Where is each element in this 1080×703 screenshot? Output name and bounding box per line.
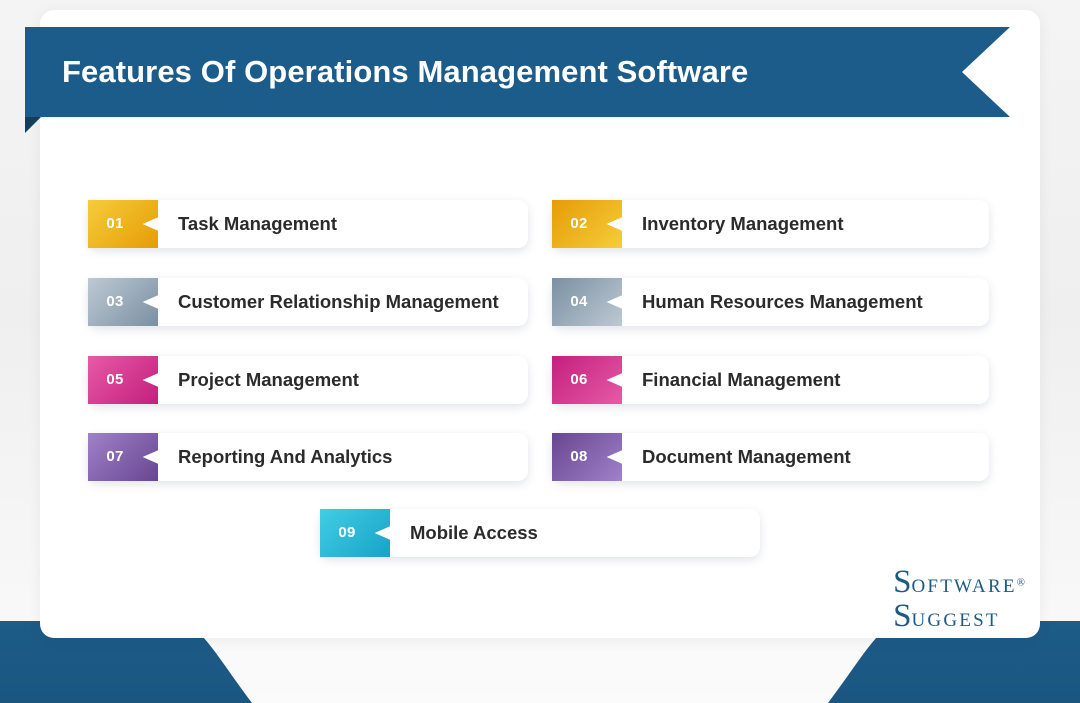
logo-cap-s-1: S: [893, 564, 912, 600]
registered-trademark-icon: ®: [1016, 576, 1025, 589]
feature-label: Project Management: [178, 369, 359, 390]
feature-label: Document Management: [642, 446, 851, 467]
feature-number: 08: [570, 448, 588, 465]
feature-label: Inventory Management: [642, 213, 844, 234]
logo-text-uggest: UGGEST: [911, 610, 1000, 631]
logo-line-software: SOFTWARE®: [893, 566, 1025, 599]
logo-cap-s-2: S: [893, 598, 912, 634]
feature-item[interactable]: 04 Human Resources Management: [552, 278, 989, 326]
feature-number: 09: [338, 524, 356, 541]
infographic-canvas: Features Of Operations Management Softwa…: [0, 0, 1080, 703]
feature-label: Mobile Access: [410, 522, 538, 543]
feature-item[interactable]: 05 Project Management: [88, 356, 528, 404]
logo-text-oftware: OFTWARE: [911, 576, 1017, 597]
feature-label: Task Management: [178, 213, 338, 234]
feature-label: Reporting And Analytics: [178, 446, 393, 467]
feature-label: Customer Relationship Management: [178, 291, 499, 312]
logo-line-suggest: SUGGEST: [893, 600, 1025, 633]
feature-item[interactable]: 03 Customer Relationship Management: [88, 278, 528, 326]
feature-label: Human Resources Management: [642, 291, 923, 312]
feature-label: Financial Management: [642, 369, 841, 390]
feature-item[interactable]: 09 Mobile Access: [320, 509, 760, 557]
feature-item[interactable]: 06 Financial Management: [552, 356, 989, 404]
feature-number: 01: [106, 215, 124, 232]
softwaresuggest-logo: SOFTWARE® SUGGEST: [893, 566, 1025, 633]
feature-item[interactable]: 02 Inventory Management: [552, 200, 989, 248]
feature-number: 05: [106, 371, 124, 388]
feature-number: 04: [570, 293, 588, 310]
feature-number: 03: [106, 293, 124, 310]
feature-item[interactable]: 08 Document Management: [552, 433, 989, 481]
feature-number: 06: [570, 371, 588, 388]
feature-number: 07: [106, 448, 124, 465]
feature-number: 02: [570, 215, 588, 232]
feature-item[interactable]: 01 Task Management: [88, 200, 528, 248]
feature-item[interactable]: 07 Reporting And Analytics: [88, 433, 528, 481]
